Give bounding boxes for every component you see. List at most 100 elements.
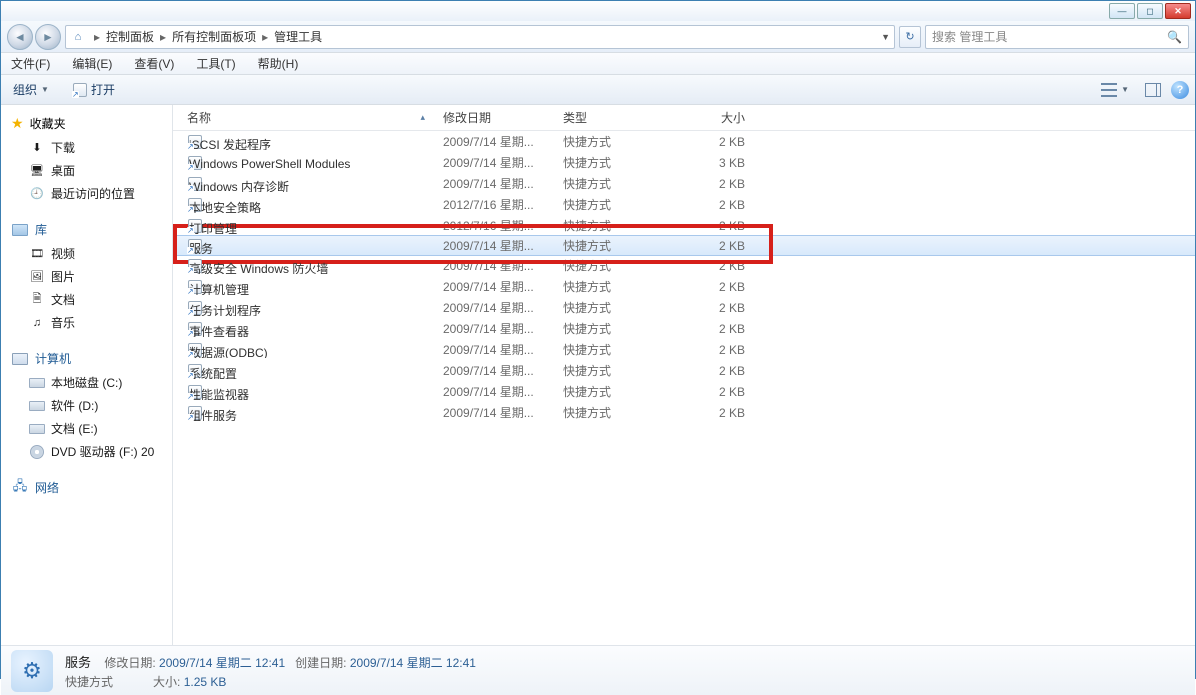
- item-date: 2012/7/16 星期...: [439, 196, 559, 213]
- sidebar-item-drive-e[interactable]: 文档 (E:): [11, 417, 172, 440]
- chevron-down-icon: ▼: [1121, 85, 1129, 94]
- crumb-sep-icon: ▸: [156, 30, 170, 44]
- menu-tools[interactable]: 工具(T): [192, 53, 239, 74]
- shortcut-icon: 系统配置: [187, 363, 203, 379]
- item-size: 2 KB: [679, 177, 749, 191]
- details-subtitle: 快捷方式: [65, 675, 113, 689]
- sidebar-header-network[interactable]: 🖧 网络: [11, 479, 172, 496]
- list-item[interactable]: 高级安全 Windows 防火墙2009/7/14 星期...快捷方式2 KB: [173, 255, 1195, 276]
- column-size[interactable]: 大小: [679, 109, 749, 126]
- details-size-value: 1.25 KB: [184, 675, 227, 689]
- item-date: 2009/7/14 星期...: [439, 383, 559, 400]
- sidebar-favorites: ★ 收藏夹 ⬇下载 🖥桌面 🕘最近访问的位置: [11, 115, 172, 205]
- item-date: 2009/7/14 星期...: [439, 175, 559, 192]
- sidebar-header-favorites[interactable]: ★ 收藏夹: [11, 115, 172, 132]
- open-button[interactable]: 打开: [67, 79, 121, 100]
- search-box[interactable]: 搜索 管理工具 🔍: [925, 25, 1189, 49]
- item-type: 快捷方式: [559, 383, 679, 400]
- list-item[interactable]: iSCSI 发起程序2009/7/14 星期...快捷方式2 KB: [173, 131, 1195, 152]
- item-type: 快捷方式: [559, 278, 679, 295]
- list-item[interactable]: 服务2009/7/14 星期...快捷方式2 KB: [173, 235, 1195, 256]
- address-dropdown-icon[interactable]: ▼: [881, 32, 890, 42]
- menu-file[interactable]: 文件(F): [7, 53, 54, 74]
- list-item[interactable]: 打印管理2012/7/16 星期...快捷方式2 KB: [173, 215, 1195, 236]
- organize-label: 组织: [13, 81, 37, 98]
- sidebar-item-pictures[interactable]: 🖼图片: [11, 265, 172, 288]
- item-type: 快捷方式: [559, 175, 679, 192]
- list-item[interactable]: 本地安全策略2012/7/16 星期...快捷方式2 KB: [173, 194, 1195, 215]
- details-mod-label: 修改日期:: [104, 656, 155, 670]
- network-icon: 🖧: [11, 481, 29, 495]
- sidebar-item-desktop[interactable]: 🖥桌面: [11, 159, 172, 182]
- column-date[interactable]: 修改日期: [439, 109, 559, 126]
- menu-view[interactable]: 查看(V): [130, 53, 178, 74]
- item-size: 2 KB: [679, 280, 749, 294]
- minimize-button[interactable]: —: [1109, 3, 1135, 19]
- sidebar-item-documents[interactable]: 🗎文档: [11, 288, 172, 311]
- back-button[interactable]: ◄: [7, 24, 33, 50]
- shortcut-icon: 组件服务: [187, 405, 203, 421]
- nav-buttons: ◄ ►: [7, 24, 61, 50]
- item-type: 快捷方式: [559, 154, 679, 171]
- sidebar-item-drive-d[interactable]: 软件 (D:): [11, 394, 172, 417]
- details-text: 服务 修改日期: 2009/7/14 星期二 12:41 创建日期: 2009/…: [65, 652, 476, 690]
- list-item[interactable]: 性能监视器2009/7/14 星期...快捷方式2 KB: [173, 381, 1195, 402]
- column-name[interactable]: 名称 ▴: [183, 109, 439, 126]
- view-options-button[interactable]: ▼: [1095, 81, 1135, 99]
- shortcut-icon: 数据源(ODBC): [187, 342, 203, 358]
- preview-pane-button[interactable]: [1145, 83, 1161, 97]
- item-size: 2 KB: [679, 135, 749, 149]
- organize-button[interactable]: 组织 ▼: [7, 79, 55, 100]
- item-date: 2009/7/14 星期...: [439, 278, 559, 295]
- window-titlebar[interactable]: — ◻ ✕: [1, 1, 1195, 21]
- list-item[interactable]: 任务计划程序2009/7/14 星期...快捷方式2 KB: [173, 297, 1195, 318]
- cd-icon: [29, 445, 45, 459]
- sidebar-item-downloads[interactable]: ⬇下载: [11, 136, 172, 159]
- disk-icon: [29, 399, 45, 413]
- sidebar-network: 🖧 网络: [11, 479, 172, 496]
- sidebar-item-recent[interactable]: 🕘最近访问的位置: [11, 182, 172, 205]
- maximize-button[interactable]: ◻: [1137, 3, 1163, 19]
- list-item[interactable]: Windows 内存诊断2009/7/14 星期...快捷方式2 KB: [173, 173, 1195, 194]
- list-item[interactable]: 组件服务2009/7/14 星期...快捷方式2 KB: [173, 402, 1195, 423]
- list-item[interactable]: 系统配置2009/7/14 星期...快捷方式2 KB: [173, 360, 1195, 381]
- menu-bar: 文件(F) 编辑(E) 查看(V) 工具(T) 帮助(H): [1, 53, 1195, 75]
- video-icon: 🎞: [29, 247, 45, 261]
- list-rows: iSCSI 发起程序2009/7/14 星期...快捷方式2 KBWindows…: [173, 131, 1195, 423]
- list-item[interactable]: Windows PowerShell Modules2009/7/14 星期..…: [173, 152, 1195, 173]
- address-bar[interactable]: ⌂ ▸ 控制面板 ▸ 所有控制面板项 ▸ 管理工具 ▼: [65, 25, 895, 49]
- shortcut-icon: 服务: [187, 238, 203, 254]
- list-item[interactable]: 事件查看器2009/7/14 星期...快捷方式2 KB: [173, 318, 1195, 339]
- item-size: 2 KB: [679, 259, 749, 273]
- breadcrumb-item[interactable]: 所有控制面板项: [170, 28, 258, 45]
- content-area: ★ 收藏夹 ⬇下载 🖥桌面 🕘最近访问的位置 库 🎞视频 🖼图片 🗎文档 ♫音乐: [1, 105, 1195, 645]
- sidebar-item-videos[interactable]: 🎞视频: [11, 242, 172, 265]
- list-item[interactable]: 数据源(ODBC)2009/7/14 星期...快捷方式2 KB: [173, 339, 1195, 360]
- column-type[interactable]: 类型: [559, 109, 679, 126]
- details-title: 服务: [65, 655, 91, 670]
- breadcrumb-item[interactable]: 控制面板: [104, 28, 156, 45]
- menu-edit[interactable]: 编辑(E): [68, 53, 116, 74]
- close-button[interactable]: ✕: [1165, 3, 1191, 19]
- item-type: 快捷方式: [559, 133, 679, 150]
- list-item[interactable]: 计算机管理 2009/7/14 星期...快捷方式2 KB: [173, 276, 1195, 297]
- sidebar-header-computer[interactable]: 计算机: [11, 350, 172, 367]
- sidebar-item-music[interactable]: ♫音乐: [11, 311, 172, 334]
- navigation-pane: ★ 收藏夹 ⬇下载 🖥桌面 🕘最近访问的位置 库 🎞视频 🖼图片 🗎文档 ♫音乐: [1, 105, 173, 645]
- shortcut-icon: 性能监视器: [187, 384, 203, 400]
- breadcrumb-item[interactable]: 管理工具: [272, 28, 324, 45]
- refresh-button[interactable]: ↻: [899, 26, 921, 48]
- search-icon: 🔍: [1167, 30, 1182, 44]
- menu-help[interactable]: 帮助(H): [254, 53, 303, 74]
- open-icon: [73, 83, 87, 97]
- help-button[interactable]: ?: [1171, 81, 1189, 99]
- sidebar-item-drive-c[interactable]: 本地磁盘 (C:): [11, 371, 172, 394]
- command-bar: 组织 ▼ 打开 ▼ ?: [1, 75, 1195, 105]
- shortcut-icon: 计算机管理: [187, 279, 203, 295]
- forward-button[interactable]: ►: [35, 24, 61, 50]
- item-size: 2 KB: [679, 239, 749, 253]
- sidebar-header-libraries[interactable]: 库: [11, 221, 172, 238]
- sidebar-item-drive-f[interactable]: DVD 驱动器 (F:) 20: [11, 440, 172, 463]
- window-controls: — ◻ ✕: [1109, 3, 1191, 19]
- item-date: 2009/7/14 星期...: [439, 154, 559, 171]
